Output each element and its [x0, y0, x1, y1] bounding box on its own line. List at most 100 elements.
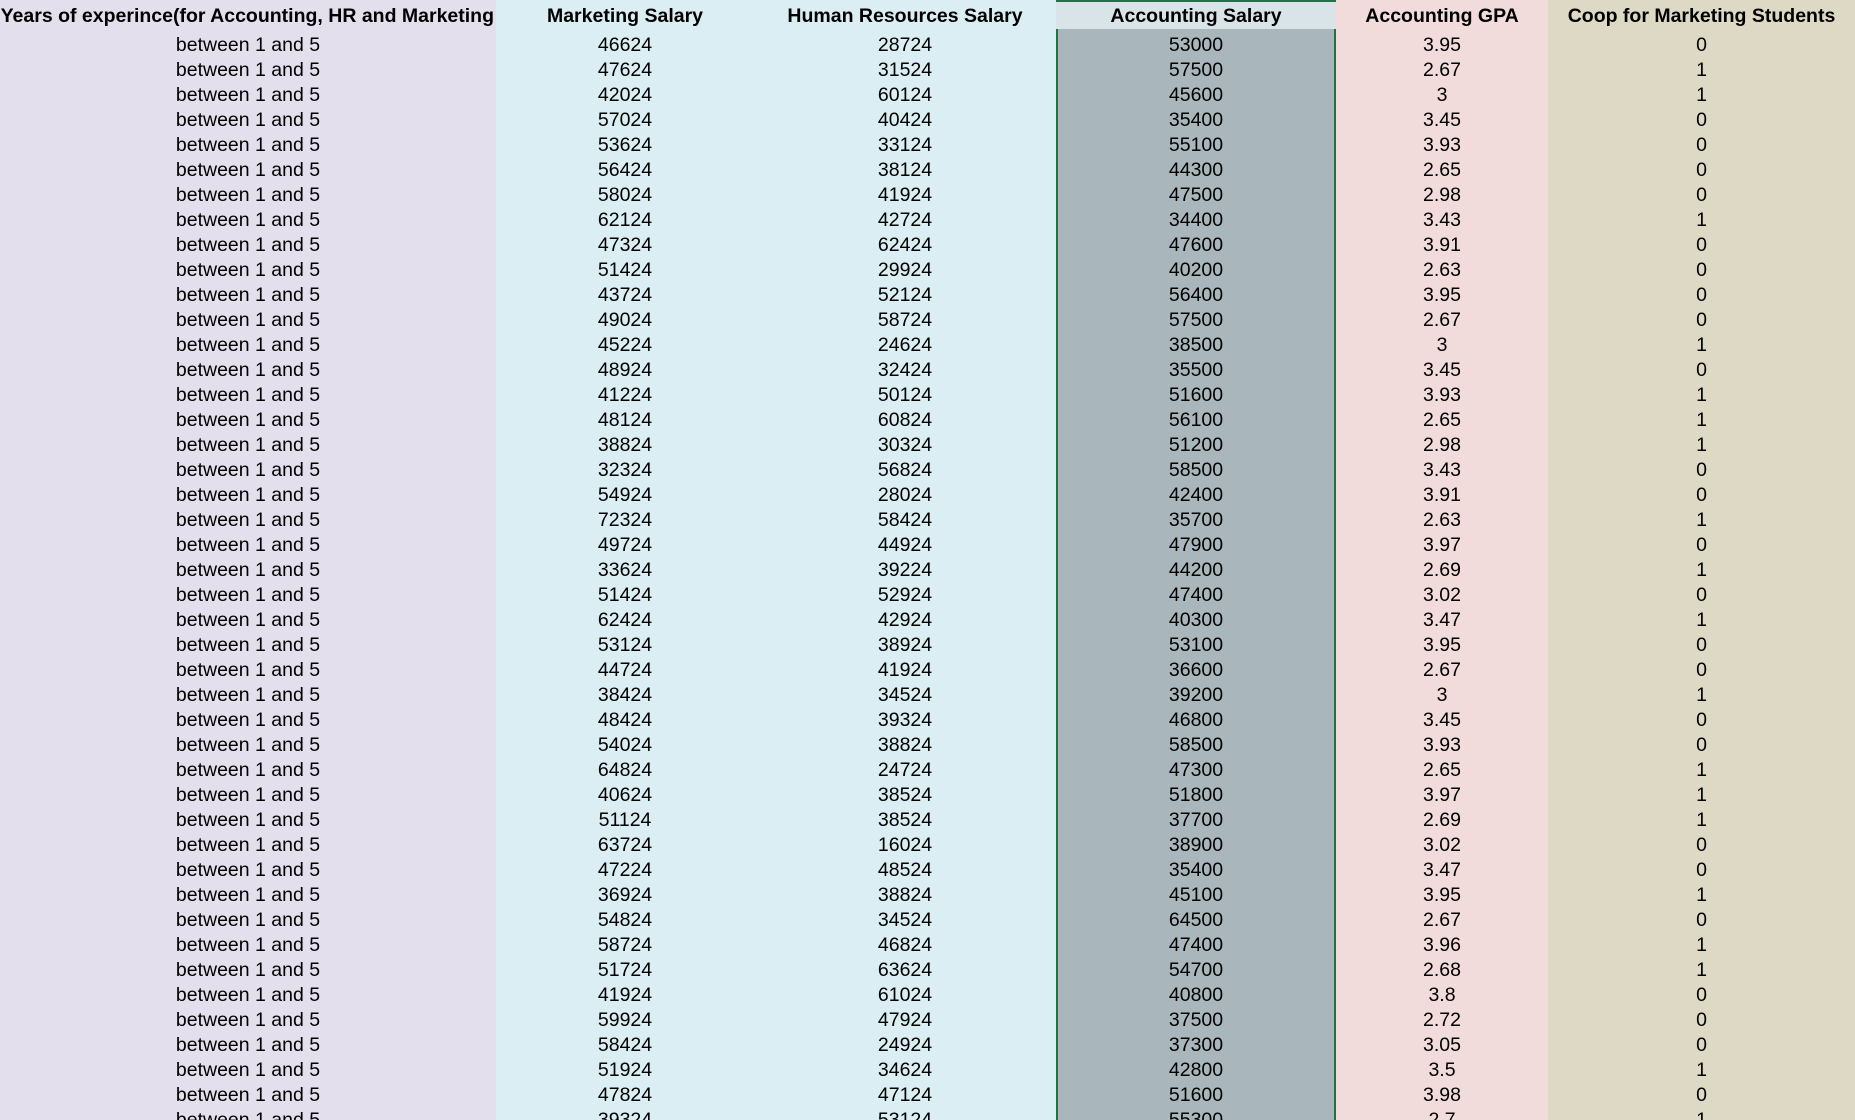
- cell-coop-marketing[interactable]: 0: [1548, 583, 1855, 608]
- cell-years[interactable]: between 1 and 5: [0, 233, 496, 258]
- cell-coop-marketing[interactable]: 0: [1548, 533, 1855, 558]
- cell-hr-salary[interactable]: 42924: [754, 608, 1056, 633]
- cell-coop-marketing[interactable]: 1: [1548, 1108, 1855, 1120]
- cell-accounting-gpa[interactable]: 3.02: [1336, 833, 1548, 858]
- cell-accounting-gpa[interactable]: 3.93: [1336, 733, 1548, 758]
- cell-marketing-salary[interactable]: 47224: [496, 858, 754, 883]
- cell-accounting-gpa[interactable]: 3.45: [1336, 358, 1548, 383]
- cell-marketing-salary[interactable]: 48924: [496, 358, 754, 383]
- cell-coop-marketing[interactable]: 1: [1548, 58, 1855, 83]
- cell-marketing-salary[interactable]: 51724: [496, 958, 754, 983]
- cell-marketing-salary[interactable]: 51424: [496, 583, 754, 608]
- cell-accounting-gpa[interactable]: 3.8: [1336, 983, 1548, 1008]
- cell-accounting-gpa[interactable]: 3.95: [1336, 883, 1548, 908]
- cell-accounting-salary[interactable]: 47400: [1056, 933, 1336, 958]
- cell-hr-salary[interactable]: 24924: [754, 1033, 1056, 1058]
- cell-hr-salary[interactable]: 31524: [754, 58, 1056, 83]
- cell-marketing-salary[interactable]: 38824: [496, 433, 754, 458]
- cell-accounting-gpa[interactable]: 3.98: [1336, 1083, 1548, 1108]
- cell-years[interactable]: between 1 and 5: [0, 783, 496, 808]
- cell-marketing-salary[interactable]: 62424: [496, 608, 754, 633]
- cell-marketing-salary[interactable]: 40624: [496, 783, 754, 808]
- cell-coop-marketing[interactable]: 1: [1548, 83, 1855, 108]
- cell-years[interactable]: between 1 and 5: [0, 258, 496, 283]
- cell-accounting-salary[interactable]: 40300: [1056, 608, 1336, 633]
- cell-accounting-gpa[interactable]: 3.47: [1336, 608, 1548, 633]
- cell-years[interactable]: between 1 and 5: [0, 183, 496, 208]
- cell-hr-salary[interactable]: 52124: [754, 283, 1056, 308]
- cell-hr-salary[interactable]: 33124: [754, 133, 1056, 158]
- cell-hr-salary[interactable]: 41924: [754, 658, 1056, 683]
- cell-years[interactable]: between 1 and 5: [0, 608, 496, 633]
- cell-accounting-salary[interactable]: 58500: [1056, 458, 1336, 483]
- cell-accounting-gpa[interactable]: 2.65: [1336, 158, 1548, 183]
- cell-years[interactable]: between 1 and 5: [0, 708, 496, 733]
- cell-accounting-gpa[interactable]: 3: [1336, 683, 1548, 708]
- cell-coop-marketing[interactable]: 0: [1548, 458, 1855, 483]
- cell-accounting-salary[interactable]: 53100: [1056, 633, 1336, 658]
- cell-years[interactable]: between 1 and 5: [0, 283, 496, 308]
- cell-coop-marketing[interactable]: 1: [1548, 933, 1855, 958]
- cell-marketing-salary[interactable]: 45224: [496, 333, 754, 358]
- cell-coop-marketing[interactable]: 0: [1548, 308, 1855, 333]
- cell-years[interactable]: between 1 and 5: [0, 883, 496, 908]
- cell-marketing-salary[interactable]: 53124: [496, 633, 754, 658]
- cell-years[interactable]: between 1 and 5: [0, 433, 496, 458]
- cell-marketing-salary[interactable]: 51924: [496, 1058, 754, 1083]
- cell-hr-salary[interactable]: 24624: [754, 333, 1056, 358]
- cell-years[interactable]: between 1 and 5: [0, 108, 496, 133]
- cell-coop-marketing[interactable]: 0: [1548, 733, 1855, 758]
- cell-marketing-salary[interactable]: 58024: [496, 183, 754, 208]
- cell-coop-marketing[interactable]: 0: [1548, 258, 1855, 283]
- cell-hr-salary[interactable]: 38824: [754, 883, 1056, 908]
- cell-hr-salary[interactable]: 34524: [754, 908, 1056, 933]
- cell-accounting-gpa[interactable]: 2.72: [1336, 1008, 1548, 1033]
- cell-marketing-salary[interactable]: 53624: [496, 133, 754, 158]
- cell-hr-salary[interactable]: 34524: [754, 683, 1056, 708]
- cell-accounting-salary[interactable]: 64500: [1056, 908, 1336, 933]
- cell-years[interactable]: between 1 and 5: [0, 1033, 496, 1058]
- cell-accounting-salary[interactable]: 35400: [1056, 108, 1336, 133]
- cell-coop-marketing[interactable]: 0: [1548, 1033, 1855, 1058]
- years-experience-column[interactable]: Years of experince(for Accounting, HR an…: [0, 0, 496, 1120]
- cell-coop-marketing[interactable]: 0: [1548, 1008, 1855, 1033]
- cell-accounting-salary[interactable]: 40800: [1056, 983, 1336, 1008]
- cell-coop-marketing[interactable]: 1: [1548, 383, 1855, 408]
- cell-accounting-salary[interactable]: 46800: [1056, 708, 1336, 733]
- cell-marketing-salary[interactable]: 39324: [496, 1108, 754, 1120]
- cell-coop-marketing[interactable]: 1: [1548, 608, 1855, 633]
- cell-marketing-salary[interactable]: 48124: [496, 408, 754, 433]
- cell-marketing-salary[interactable]: 46624: [496, 29, 754, 58]
- cell-years[interactable]: between 1 and 5: [0, 508, 496, 533]
- cell-years[interactable]: between 1 and 5: [0, 983, 496, 1008]
- cell-accounting-gpa[interactable]: 3.91: [1336, 483, 1548, 508]
- cell-years[interactable]: between 1 and 5: [0, 483, 496, 508]
- cell-years[interactable]: between 1 and 5: [0, 1083, 496, 1108]
- cell-marketing-salary[interactable]: 44724: [496, 658, 754, 683]
- cell-hr-salary[interactable]: 32424: [754, 358, 1056, 383]
- cell-years[interactable]: between 1 and 5: [0, 1058, 496, 1083]
- cell-hr-salary[interactable]: 34624: [754, 1058, 1056, 1083]
- cell-years[interactable]: between 1 and 5: [0, 408, 496, 433]
- cell-hr-salary[interactable]: 38824: [754, 733, 1056, 758]
- cell-years[interactable]: between 1 and 5: [0, 633, 496, 658]
- cell-accounting-salary[interactable]: 37300: [1056, 1033, 1336, 1058]
- cell-marketing-salary[interactable]: 47824: [496, 1083, 754, 1108]
- cell-accounting-salary[interactable]: 55300: [1056, 1108, 1336, 1120]
- cell-hr-salary[interactable]: 38924: [754, 633, 1056, 658]
- cell-years[interactable]: between 1 and 5: [0, 158, 496, 183]
- cell-marketing-salary[interactable]: 42024: [496, 83, 754, 108]
- cell-years[interactable]: between 1 and 5: [0, 683, 496, 708]
- cell-accounting-gpa[interactable]: 2.65: [1336, 408, 1548, 433]
- cell-marketing-salary[interactable]: 56424: [496, 158, 754, 183]
- cell-hr-salary[interactable]: 44924: [754, 533, 1056, 558]
- cell-marketing-salary[interactable]: 47324: [496, 233, 754, 258]
- marketing-salary-column[interactable]: Marketing Salary 46624 47624 42024 57024 536…: [496, 0, 754, 1120]
- cell-marketing-salary[interactable]: 63724: [496, 833, 754, 858]
- cell-accounting-salary[interactable]: 47600: [1056, 233, 1336, 258]
- cell-hr-salary[interactable]: 30324: [754, 433, 1056, 458]
- cell-hr-salary[interactable]: 50124: [754, 383, 1056, 408]
- cell-accounting-gpa[interactable]: 2.98: [1336, 183, 1548, 208]
- cell-hr-salary[interactable]: 39324: [754, 708, 1056, 733]
- cell-accounting-salary[interactable]: 55100: [1056, 133, 1336, 158]
